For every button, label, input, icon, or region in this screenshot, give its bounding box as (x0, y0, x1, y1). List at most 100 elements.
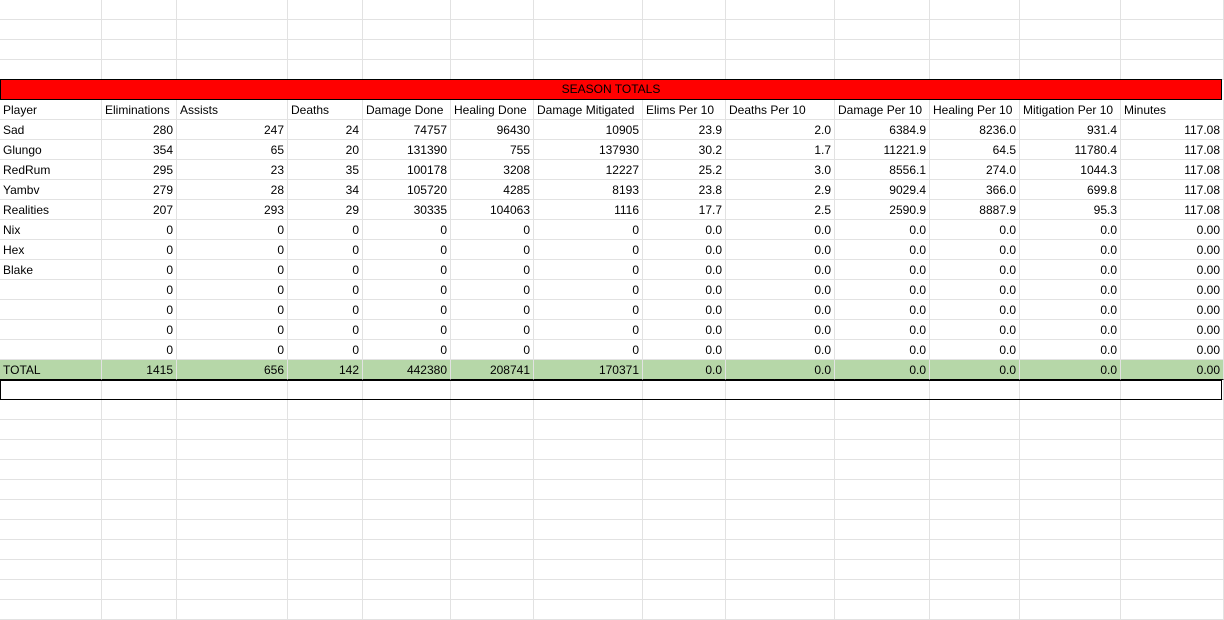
empty-cell[interactable] (1020, 0, 1121, 20)
empty-cell[interactable] (0, 0, 102, 20)
empty-cell[interactable] (1020, 460, 1121, 480)
column-header[interactable]: Damage Per 10 (835, 100, 930, 120)
empty-cell[interactable] (363, 500, 451, 520)
empty-cell[interactable] (835, 480, 930, 500)
stat-cell[interactable]: 0.00 (1121, 340, 1224, 360)
stat-cell[interactable]: 931.4 (1020, 120, 1121, 140)
empty-cell[interactable] (930, 560, 1020, 580)
stat-cell[interactable]: 0.00 (1121, 260, 1224, 280)
stat-cell[interactable]: 0.0 (1020, 340, 1121, 360)
stat-cell[interactable]: 0 (363, 260, 451, 280)
stat-cell[interactable]: 279 (102, 180, 177, 200)
stat-cell[interactable]: 207 (102, 200, 177, 220)
empty-cell[interactable] (177, 400, 288, 420)
empty-cell[interactable] (534, 60, 643, 80)
stat-cell[interactable]: 117.08 (1121, 160, 1224, 180)
empty-cell[interactable] (534, 500, 643, 520)
empty-cell[interactable] (177, 440, 288, 460)
stat-cell[interactable]: 12227 (534, 160, 643, 180)
stat-cell[interactable]: 0.0 (726, 260, 835, 280)
empty-cell[interactable] (1121, 520, 1224, 540)
empty-cell[interactable] (451, 500, 534, 520)
empty-cell[interactable] (930, 580, 1020, 600)
empty-cell[interactable] (177, 20, 288, 40)
empty-cell[interactable] (726, 540, 835, 560)
empty-cell[interactable] (534, 480, 643, 500)
column-header[interactable]: Healing Per 10 (930, 100, 1020, 120)
totals-cell[interactable]: 656 (177, 360, 288, 380)
player-name-cell[interactable] (0, 340, 102, 360)
stat-cell[interactable]: 0 (288, 300, 363, 320)
stat-cell[interactable]: 2.5 (726, 200, 835, 220)
empty-cell[interactable] (1121, 40, 1224, 60)
empty-cell[interactable] (451, 440, 534, 460)
empty-cell[interactable] (930, 420, 1020, 440)
empty-cell[interactable] (451, 0, 534, 20)
player-name-cell[interactable] (0, 280, 102, 300)
empty-cell[interactable] (1020, 540, 1121, 560)
stat-cell[interactable]: 0 (102, 240, 177, 260)
totals-cell[interactable]: 1415 (102, 360, 177, 380)
stat-cell[interactable]: 0.0 (726, 280, 835, 300)
empty-cell[interactable] (0, 60, 102, 80)
stat-cell[interactable]: 64.5 (930, 140, 1020, 160)
empty-cell[interactable] (534, 400, 643, 420)
stat-cell[interactable]: 0 (363, 240, 451, 260)
stat-cell[interactable]: 0.0 (930, 280, 1020, 300)
stat-cell[interactable]: 699.8 (1020, 180, 1121, 200)
empty-cell[interactable] (363, 440, 451, 460)
totals-cell[interactable]: 0.0 (1020, 360, 1121, 380)
empty-cell[interactable] (102, 380, 177, 400)
empty-cell[interactable] (1020, 600, 1121, 620)
empty-cell[interactable] (451, 600, 534, 620)
empty-cell[interactable] (835, 60, 930, 80)
empty-cell[interactable] (177, 540, 288, 560)
empty-cell[interactable] (102, 580, 177, 600)
stat-cell[interactable]: 0.0 (930, 260, 1020, 280)
empty-cell[interactable] (288, 440, 363, 460)
empty-cell[interactable] (835, 20, 930, 40)
stat-cell[interactable]: 0 (451, 260, 534, 280)
empty-cell[interactable] (363, 480, 451, 500)
empty-cell[interactable] (726, 600, 835, 620)
empty-cell[interactable] (930, 460, 1020, 480)
column-header[interactable]: Eliminations (102, 100, 177, 120)
player-name-cell[interactable] (0, 320, 102, 340)
empty-cell[interactable] (643, 380, 726, 400)
column-header[interactable]: Healing Done (451, 100, 534, 120)
stat-cell[interactable]: 20 (288, 140, 363, 160)
stat-cell[interactable]: 65 (177, 140, 288, 160)
empty-cell[interactable] (1020, 580, 1121, 600)
stat-cell[interactable]: 0.00 (1121, 300, 1224, 320)
empty-cell[interactable] (534, 440, 643, 460)
stat-cell[interactable]: 11780.4 (1020, 140, 1121, 160)
empty-cell[interactable] (643, 0, 726, 20)
stat-cell[interactable]: 0.0 (643, 240, 726, 260)
stat-cell[interactable]: 8887.9 (930, 200, 1020, 220)
totals-cell[interactable]: 442380 (363, 360, 451, 380)
empty-cell[interactable] (643, 560, 726, 580)
empty-cell[interactable] (835, 420, 930, 440)
stat-cell[interactable]: 0 (451, 340, 534, 360)
stat-cell[interactable]: 0.0 (835, 340, 930, 360)
stat-cell[interactable]: 3208 (451, 160, 534, 180)
empty-cell[interactable] (643, 460, 726, 480)
stat-cell[interactable]: 137930 (534, 140, 643, 160)
empty-cell[interactable] (835, 560, 930, 580)
stat-cell[interactable]: 9029.4 (835, 180, 930, 200)
empty-cell[interactable] (451, 480, 534, 500)
empty-cell[interactable] (726, 480, 835, 500)
player-name-cell[interactable]: Glungo (0, 140, 102, 160)
empty-cell[interactable] (1121, 500, 1224, 520)
stat-cell[interactable]: 117.08 (1121, 140, 1224, 160)
stat-cell[interactable]: 0 (288, 260, 363, 280)
player-name-cell[interactable]: RedRum (0, 160, 102, 180)
stat-cell[interactable]: 366.0 (930, 180, 1020, 200)
stat-cell[interactable]: 0.0 (643, 280, 726, 300)
empty-cell[interactable] (0, 520, 102, 540)
empty-cell[interactable] (102, 540, 177, 560)
empty-cell[interactable] (451, 460, 534, 480)
empty-cell[interactable] (643, 440, 726, 460)
empty-cell[interactable] (643, 600, 726, 620)
stat-cell[interactable]: 8193 (534, 180, 643, 200)
